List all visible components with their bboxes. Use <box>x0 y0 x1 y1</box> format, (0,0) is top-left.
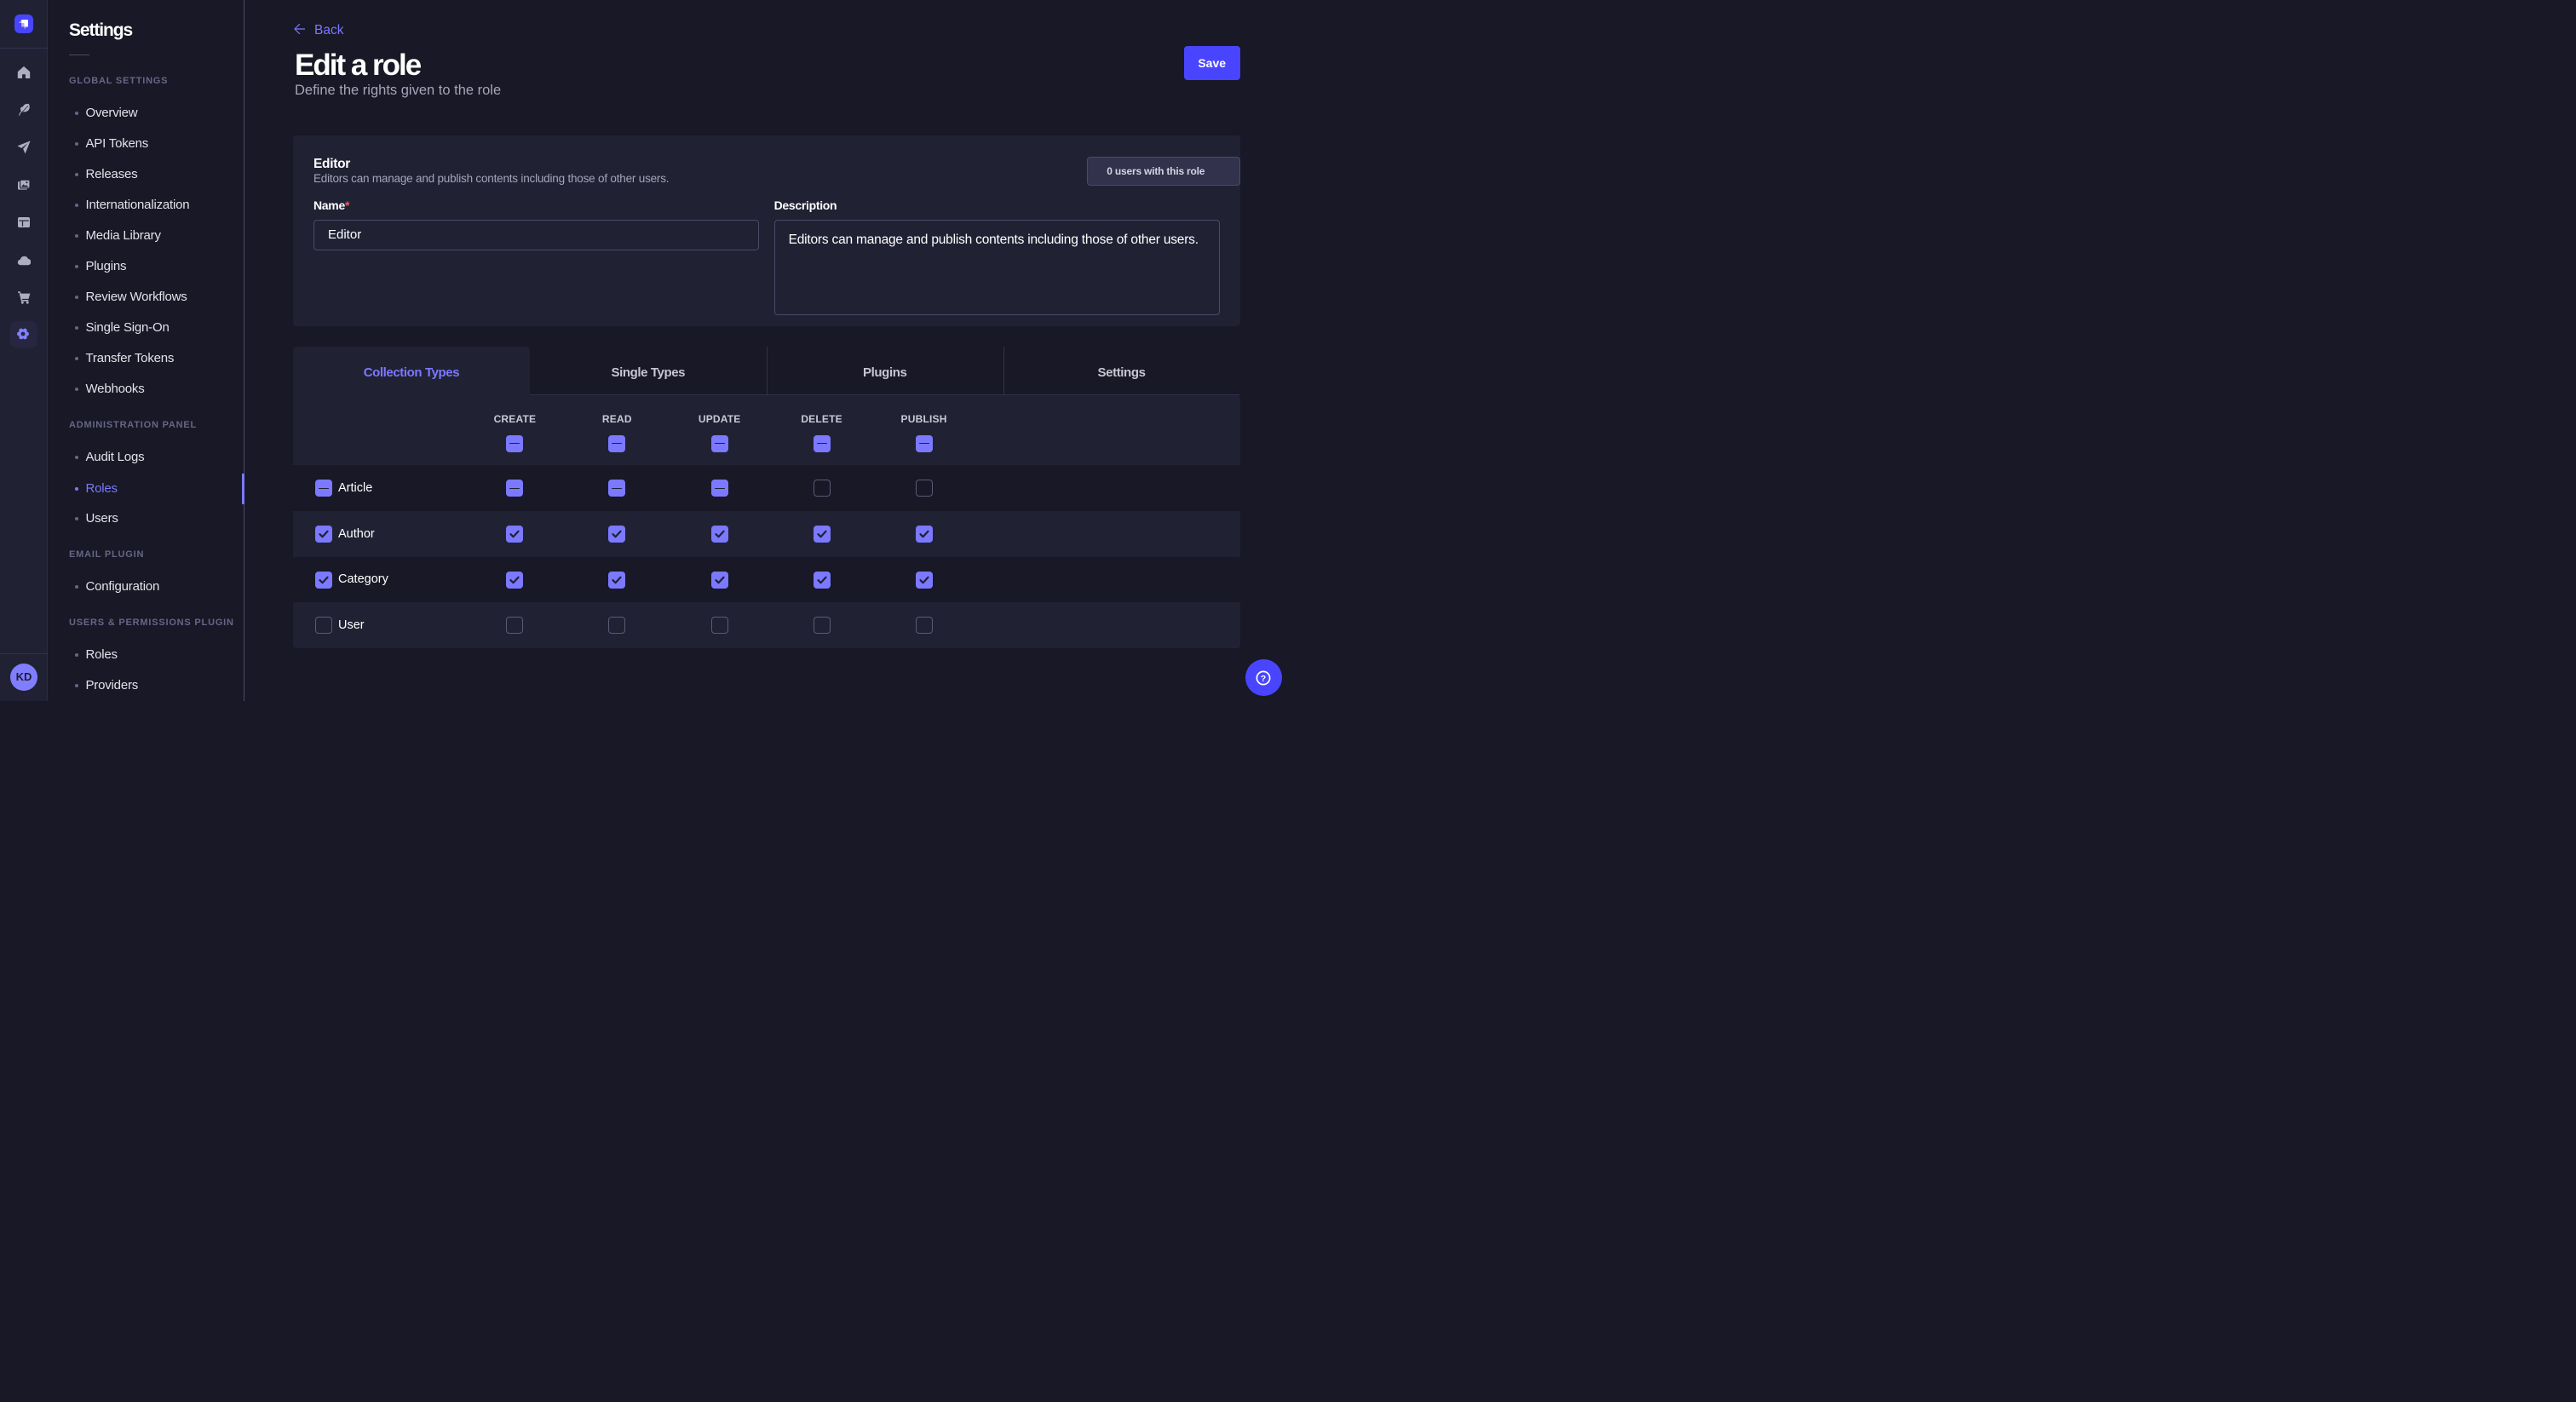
svg-text:?: ? <box>1261 674 1266 684</box>
